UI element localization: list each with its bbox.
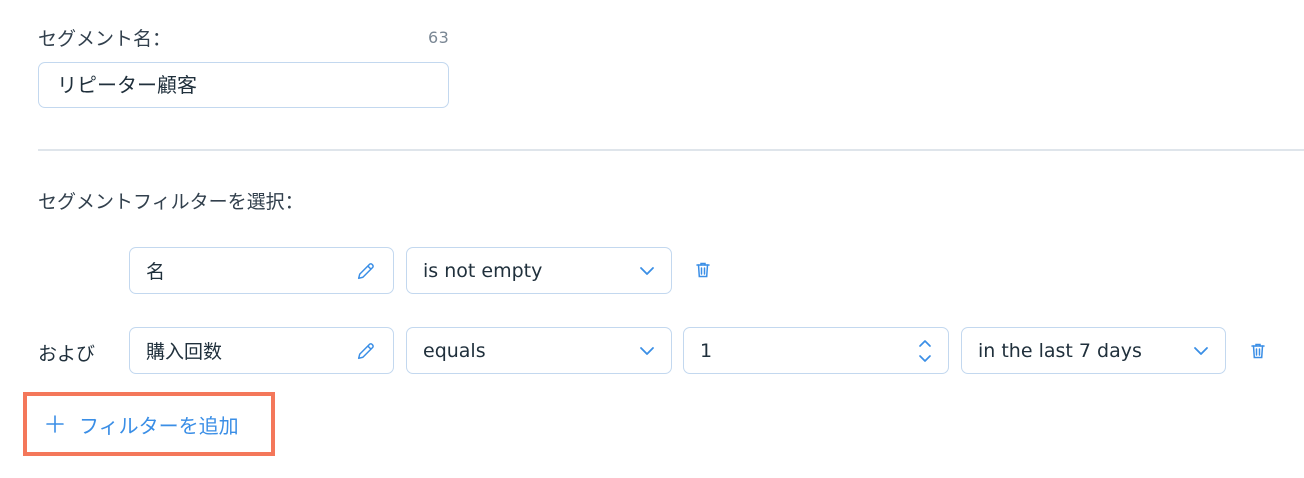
- trash-icon[interactable]: [1250, 342, 1266, 360]
- filter-field-1-text: 名: [146, 261, 166, 283]
- filter-operator-2-text: equals: [423, 339, 486, 362]
- filter-value-stepper[interactable]: 1: [683, 327, 949, 374]
- filter-field-2-text: 購入回数: [146, 341, 223, 363]
- segment-filter-label: セグメントフィルターを選択：: [38, 191, 304, 213]
- add-filter-button[interactable]: フィルターを追加: [23, 392, 275, 456]
- pencil-icon[interactable]: [355, 260, 377, 282]
- filter-connector-and: および: [38, 343, 96, 365]
- segment-name-label: セグメント名：: [38, 28, 172, 50]
- filter-operator-1-text: is not empty: [423, 259, 543, 282]
- add-filter-label: フィルターを追加: [79, 413, 239, 438]
- filter-value-text: 1: [700, 339, 713, 362]
- filter-operator-1[interactable]: is not empty: [406, 247, 672, 294]
- stepper-icon[interactable]: [918, 338, 932, 364]
- filter-period-text: in the last 7 days: [978, 339, 1142, 362]
- segment-name-input[interactable]: リピーター顧客: [38, 62, 449, 108]
- chevron-down-icon: [640, 346, 654, 355]
- pencil-icon[interactable]: [355, 340, 377, 362]
- trash-icon[interactable]: [695, 261, 711, 279]
- filter-period-dropdown[interactable]: in the last 7 days: [961, 327, 1226, 374]
- character-counter: 63: [428, 28, 450, 47]
- chevron-down-icon: [1194, 346, 1208, 355]
- plus-icon: [46, 415, 64, 433]
- chevron-down-icon: [640, 266, 654, 275]
- section-divider: [38, 149, 1304, 151]
- filter-operator-2[interactable]: equals: [406, 327, 672, 374]
- filter-field-1[interactable]: 名: [129, 247, 394, 294]
- filter-field-2[interactable]: 購入回数: [129, 327, 394, 374]
